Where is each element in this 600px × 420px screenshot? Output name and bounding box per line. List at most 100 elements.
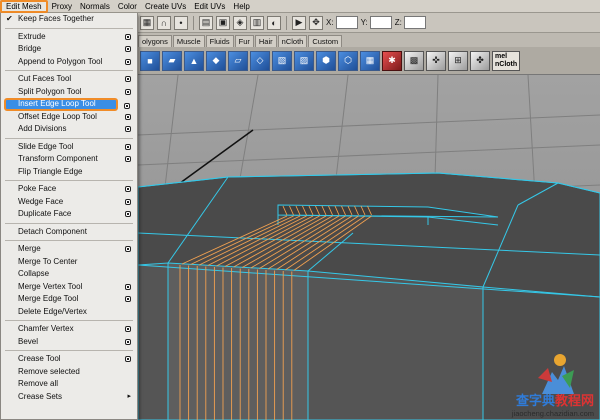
menu-item-collapse[interactable]: Collapse [1,268,137,281]
option-box-icon[interactable] [125,126,131,132]
menu-item-label: Add Divisions [18,124,67,133]
menu-item-add-divisions[interactable]: Add Divisions [1,123,137,136]
option-box-icon[interactable] [125,46,131,52]
render-frame-icon[interactable]: ▣ [216,15,230,30]
menu-item-append-to-polygon-tool[interactable]: Append to Polygon Tool [1,56,137,69]
option-box-icon[interactable] [125,156,131,162]
option-box-icon[interactable] [125,246,131,252]
option-box-icon[interactable] [125,143,131,150]
menu-item-bridge[interactable]: Bridge [1,43,137,56]
history-icon[interactable]: ▤ [199,15,213,30]
menu-item-insert-edge-loop-tool[interactable]: Insert Edge Loop Tool [4,98,130,111]
shelf-tab-hair[interactable]: Hair [254,35,277,47]
menu-create-uvs[interactable]: Create UVs [141,0,190,13]
option-box-icon[interactable] [125,33,131,40]
append-icon[interactable]: ▱ [228,50,248,71]
menu-item-label: Extrude [18,31,46,41]
poly-plane-icon[interactable]: ▰ [162,50,182,71]
menu-item-label: Append to Polygon Tool [18,56,103,66]
poly-cube-icon[interactable]: ■ [140,50,160,71]
menu-item-remove-selected[interactable]: Remove selected [1,366,137,379]
option-box-icon[interactable] [125,296,131,302]
menu-item-merge-vertex-tool[interactable]: Merge Vertex Tool [1,281,137,294]
menu-normals[interactable]: Normals [76,0,114,13]
wireframe-icon[interactable]: ⊞ [448,50,468,71]
snap-point-icon[interactable]: • [174,15,188,30]
option-box-icon[interactable] [125,113,131,120]
menu-edit-mesh[interactable]: Edit Mesh [0,0,48,13]
menu-item-merge[interactable]: Merge [1,243,137,256]
option-box-icon[interactable] [125,76,131,82]
menu-item-bevel[interactable]: Bevel [1,336,137,349]
insert-loop-icon[interactable]: ▧ [272,50,292,71]
hypershade-icon[interactable]: ◐ [267,15,281,30]
menu-item-detach-component[interactable]: Detach Component [1,226,137,239]
shelf-tab-ncloth[interactable]: nCloth [277,35,308,47]
smooth-icon[interactable]: ▦ [360,50,380,71]
transform-mode-icon[interactable]: ✥ [309,15,323,30]
x-field[interactable] [335,16,358,29]
shelf-tab-fur[interactable]: Fur [234,35,254,47]
option-box-icon[interactable] [125,338,131,345]
menu-item-slide-edge-tool[interactable]: Slide Edge Tool [1,141,137,154]
shelf-tab-muscle[interactable]: Muscle [172,35,205,47]
menu-item-merge-to-center[interactable]: Merge To Center [1,256,137,269]
snap-grid-icon[interactable]: ▦ [140,15,154,30]
option-box-icon[interactable] [125,356,131,362]
menu-item-cut-faces-tool[interactable]: Cut Faces Tool [1,73,137,86]
menu-edit-uvs[interactable]: Edit UVs [190,0,229,13]
uv-editor-icon[interactable]: ✜ [426,50,446,71]
menu-proxy[interactable]: Proxy [48,0,76,13]
shelf-tab-olygons[interactable]: olygons [138,35,172,47]
option-box-icon[interactable] [125,58,131,65]
split-icon[interactable]: ◇ [250,50,270,71]
mel-script-button[interactable]: mel nCloth [492,50,521,71]
menu-color[interactable]: Color [114,0,141,13]
z-field[interactable] [403,16,426,29]
menu-item-delete-edge-vertex[interactable]: Delete Edge/Vertex [1,306,137,319]
checker-uv-icon[interactable]: ▩ [404,50,424,71]
bridge-icon[interactable]: ◆ [206,50,226,71]
option-box-icon[interactable] [125,326,131,332]
menu-item-wedge-face[interactable]: Wedge Face [1,196,137,209]
merge-icon[interactable]: ⬢ [316,50,336,71]
checkmark-icon: ✔ [6,14,13,23]
menu-item-extrude[interactable]: Extrude [1,31,137,44]
option-box-icon[interactable] [125,186,131,192]
menu-item-chamfer-vertex[interactable]: Chamfer Vertex [1,323,137,336]
menu-item-poke-face[interactable]: Poke Face [1,183,137,196]
y-field[interactable] [369,16,392,29]
menu-item-offset-edge-loop-tool[interactable]: Offset Edge Loop Tool [1,111,137,124]
sculpt-icon[interactable]: ✱ [382,50,402,71]
render-settings-icon[interactable]: ▥ [250,15,264,30]
option-box-icon[interactable] [125,88,131,95]
offset-loop-icon[interactable]: ▨ [294,50,314,71]
option-box-icon[interactable] [125,283,131,290]
extrude-icon[interactable]: ▲ [184,50,204,71]
option-box-icon[interactable] [124,103,130,109]
ncloth-icon[interactable]: ✤ [470,50,490,71]
option-box-icon[interactable] [125,198,131,205]
menu-item-flip-triangle-edge[interactable]: Flip Triangle Edge [1,166,137,179]
shelf-tab-custom[interactable]: Custom [308,35,343,47]
3d-viewport[interactable] [138,75,600,420]
menu-item-remove-all[interactable]: Remove all [1,378,137,391]
menu-item-crease-sets[interactable]: Crease Sets ▸ [1,391,137,404]
snap-curve-icon[interactable]: ∩ [157,15,171,30]
menu-item-merge-edge-tool[interactable]: Merge Edge Tool [1,293,137,306]
menu-item-split-polygon-tool[interactable]: Split Polygon Tool [1,86,137,99]
option-box-icon[interactable] [125,211,131,217]
watermark-site-a: 查字典 [515,394,555,409]
menu-item-crease-tool[interactable]: Crease Tool [1,353,137,366]
menu-item-transform-component[interactable]: Transform Component [1,153,137,166]
input-mode-icon[interactable]: ▶ [292,15,306,30]
ipr-render-icon[interactable]: ◈ [233,15,247,30]
menu-item-duplicate-face[interactable]: Duplicate Face [1,208,137,221]
bevel-icon[interactable]: ⬡ [338,50,358,71]
menu-help[interactable]: Help [229,0,253,13]
status-line: ▦ ∩ • ▤ ▣ ◈ ▥ ◐ ▶ ✥ X: Y: Z: [138,13,600,33]
menu-item-keep-faces-together[interactable]: ✔ Keep Faces Together [1,13,137,26]
menu-item-label: Flip Triangle Edge [18,166,83,176]
shelf-tab-fluids[interactable]: Fluids [205,35,234,47]
menu-separator [5,222,133,224]
